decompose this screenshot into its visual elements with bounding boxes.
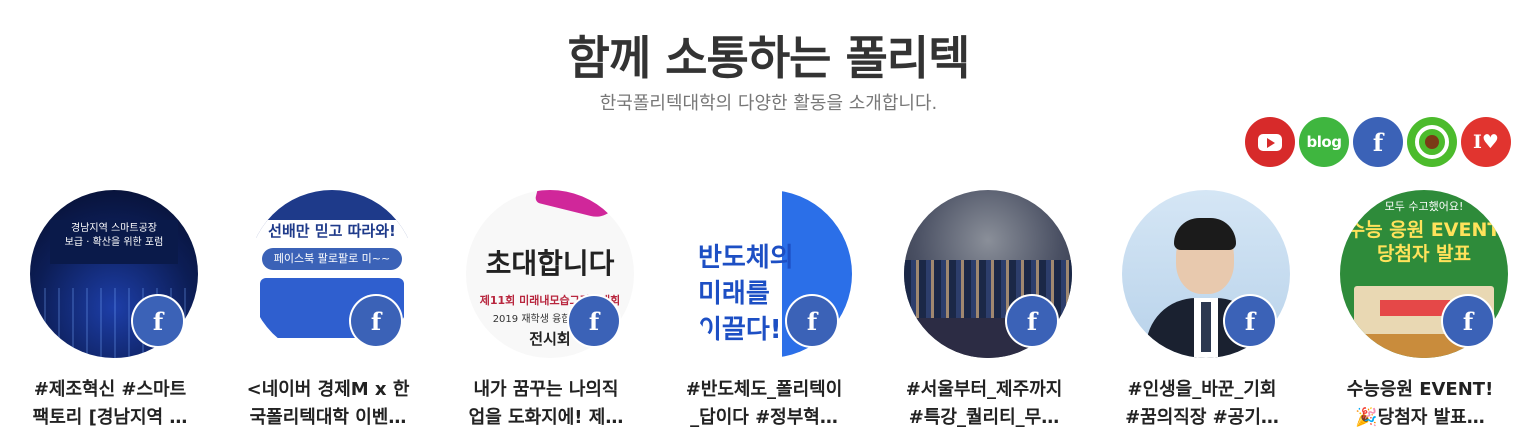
instagram-icon xyxy=(1415,125,1449,159)
post-caption[interactable]: 내가 꿈꾸는 나의직 업을 도화지에! 제… xyxy=(446,376,646,432)
i-love-icon: I♥ xyxy=(1473,131,1499,153)
thumbnail-text: 초대합니다 xyxy=(485,247,615,280)
thumbnail-text: 선배만 믿고 따라와! xyxy=(248,220,416,242)
section-title: 함께 소통하는 폴리텍 xyxy=(567,31,971,85)
social-links: blog f I♥ xyxy=(1245,117,1511,167)
blog-icon: blog xyxy=(1306,133,1342,151)
post-caption[interactable]: #제조혁신 #스마트 팩토리 [경남지역 … xyxy=(10,376,210,432)
thumbnail-text: 수능 응원 EVENT 당첨자 발표 xyxy=(1347,219,1501,265)
youtube-icon xyxy=(1258,133,1282,151)
post-caption[interactable]: #반도체도_폴리텍이 _답이다 #정부혁… xyxy=(664,376,864,432)
thumbnail-text: 경남지역 스마트공장 보급 · 확산을 위한 포럼 xyxy=(50,220,178,264)
facebook-icon: f xyxy=(1225,296,1275,346)
thumbnail-text: 모두 수고했어요! xyxy=(1384,200,1464,213)
thumbnail-text: 반도체의 미래를 이끌다! xyxy=(698,243,794,345)
post-caption[interactable]: #서울부터_제주까지 #특강_퀄리티_무… xyxy=(884,376,1084,432)
facebook-icon: f xyxy=(1443,296,1493,346)
facebook-icon: f xyxy=(133,296,183,346)
facebook-link[interactable]: f xyxy=(1353,117,1403,167)
thumbnail-text: 페이스북 팔로팔로 미~~ xyxy=(262,248,402,270)
facebook-icon: f xyxy=(351,296,401,346)
facebook-icon: f xyxy=(787,296,837,346)
blog-link[interactable]: blog xyxy=(1299,117,1349,167)
post-caption[interactable]: <네이버 경제M x 한 국폴리텍대학 이벤… xyxy=(228,376,428,432)
post-caption[interactable]: #인생을_바꾼_기회 #꿈의직장 #공기… xyxy=(1102,376,1302,432)
facebook-icon: f xyxy=(1007,296,1057,346)
instagram-link[interactable] xyxy=(1407,117,1457,167)
section-subtitle: 한국폴리텍대학의 다양한 활동을 소개합니다. xyxy=(599,93,938,114)
i-love-link[interactable]: I♥ xyxy=(1461,117,1511,167)
facebook-icon: f xyxy=(569,296,619,346)
facebook-icon: f xyxy=(1372,127,1384,157)
post-caption[interactable]: 수능응원 EVENT! 🎉당첨자 발표… xyxy=(1320,376,1520,432)
post-list: 경남지역 스마트공장 보급 · 확산을 위한 포럼 f #제조혁신 #스마트 팩토… xyxy=(0,190,1537,443)
youtube-link[interactable] xyxy=(1245,117,1295,167)
